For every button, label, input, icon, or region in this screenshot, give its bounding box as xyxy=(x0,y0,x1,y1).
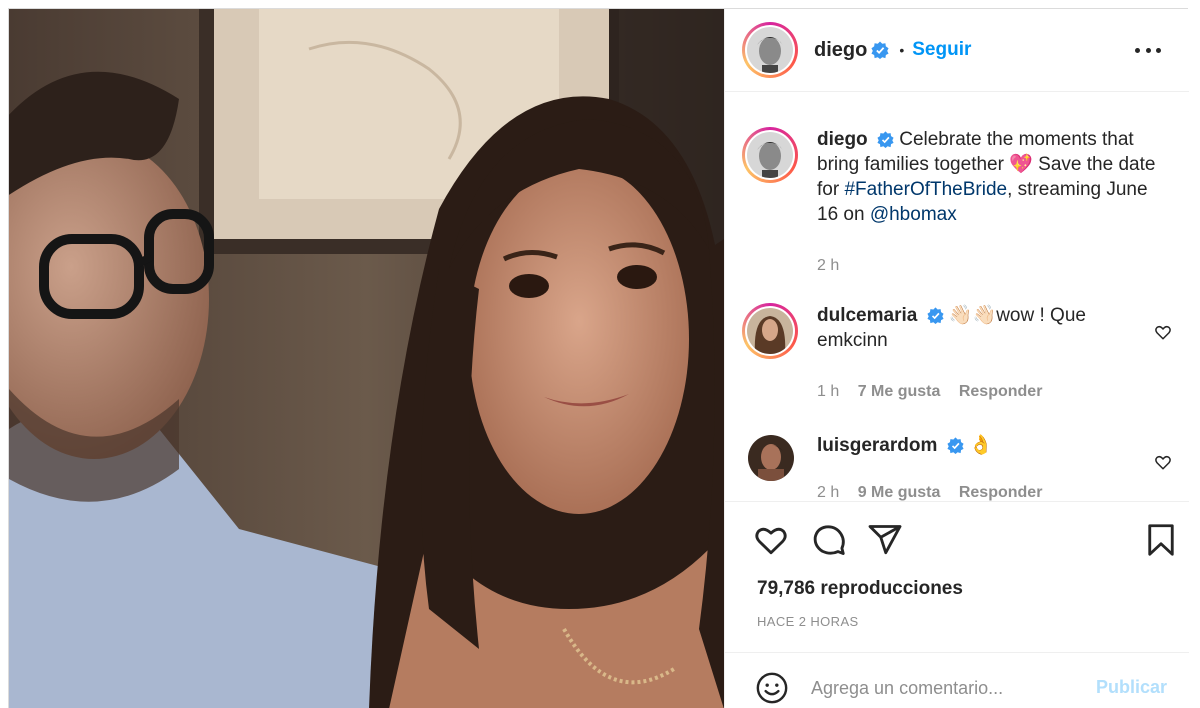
verified-badge-icon xyxy=(877,131,894,148)
separator-dot: • xyxy=(899,42,905,58)
reply-button[interactable]: Responder xyxy=(959,484,1043,501)
post-actions: 79,786 reproducciones HACE 2 HORAS xyxy=(725,501,1189,656)
more-options-icon[interactable] xyxy=(1135,42,1161,58)
like-comment-heart-icon[interactable] xyxy=(1154,323,1172,341)
author-username[interactable]: diego xyxy=(814,39,867,62)
heart-emoji: 💖 xyxy=(1009,154,1033,175)
comment-username[interactable]: luisgerardom xyxy=(817,435,937,456)
caption-time[interactable]: 2 h xyxy=(817,257,839,274)
emoji-smiley-icon[interactable] xyxy=(755,671,789,705)
commenter-avatar[interactable] xyxy=(742,303,798,359)
comment-text: luisgerardom 👌 xyxy=(817,433,1157,458)
like-comment-heart-icon[interactable] xyxy=(1154,453,1172,471)
publish-button[interactable]: Publicar xyxy=(1096,677,1167,698)
caption-avatar-image xyxy=(747,132,793,178)
verified-badge-icon xyxy=(927,307,944,324)
save-bookmark-icon[interactable] xyxy=(1143,522,1179,558)
post-video[interactable] xyxy=(9,9,724,708)
commenter-avatar-image xyxy=(748,435,794,481)
comment-input[interactable] xyxy=(811,675,1091,701)
author-avatar[interactable] xyxy=(742,22,798,78)
caption-username[interactable]: diego xyxy=(817,129,868,150)
comment-meta: 1 h 7 Me gusta Responder xyxy=(817,383,1056,401)
commenter-avatar[interactable] xyxy=(748,435,794,481)
comment-bubble-icon[interactable] xyxy=(811,522,847,558)
hashtag-link[interactable]: #FatherOfTheBride xyxy=(844,179,1007,200)
comment-content: 👌 xyxy=(968,435,993,456)
comments-list[interactable]: diego Celebrate the moments that bring f… xyxy=(725,93,1189,501)
post-modal: diego • Seguir diego Celebrate the momen… xyxy=(8,8,1189,708)
verified-badge-icon xyxy=(871,41,889,59)
post-header: diego • Seguir xyxy=(725,9,1189,92)
author-avatar-image xyxy=(747,27,793,73)
verified-badge-icon xyxy=(947,437,964,454)
comment-time[interactable]: 2 h xyxy=(817,484,839,501)
caption-text: diego Celebrate the moments that bring f… xyxy=(817,127,1157,227)
commenter-avatar-image xyxy=(747,308,793,354)
view-count[interactable]: 79,786 reproducciones xyxy=(757,578,963,600)
comment-composer: Publicar xyxy=(725,652,1189,708)
comment-text: dulcemaria 👋🏻👋🏻wow ! Que emkcinn xyxy=(817,303,1157,353)
comment-meta: 2 h 9 Me gusta Responder xyxy=(817,484,1056,501)
video-frame-illustration xyxy=(9,9,724,708)
caption-meta: 2 h xyxy=(817,257,853,275)
mention-link[interactable]: @hbomax xyxy=(870,204,957,225)
comment-likes[interactable]: 9 Me gusta xyxy=(858,484,941,501)
share-send-icon[interactable] xyxy=(867,522,903,558)
comment-likes[interactable]: 7 Me gusta xyxy=(858,383,941,400)
post-timestamp: HACE 2 HORAS xyxy=(757,614,859,629)
reply-button[interactable]: Responder xyxy=(959,383,1043,400)
comment-time[interactable]: 1 h xyxy=(817,383,839,400)
follow-button[interactable]: Seguir xyxy=(912,39,971,61)
caption-author-avatar[interactable] xyxy=(742,127,798,183)
comment-username[interactable]: dulcemaria xyxy=(817,305,917,326)
post-side-panel: diego • Seguir diego Celebrate the momen… xyxy=(724,9,1189,708)
like-heart-icon[interactable] xyxy=(753,522,789,558)
